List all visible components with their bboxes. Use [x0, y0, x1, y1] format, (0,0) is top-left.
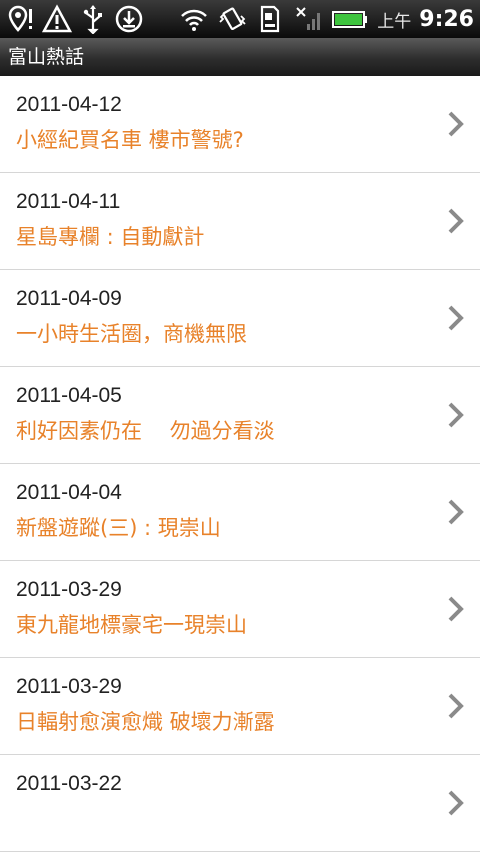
list-item[interactable]: 2011-03-29 日輻射愈演愈熾 破壞力漸露	[0, 658, 480, 755]
item-date: 2011-03-29	[16, 578, 122, 601]
item-date: 2011-04-09	[16, 287, 122, 310]
item-title: 東九龍地標豪宅一現崇山	[16, 613, 247, 637]
chevron-right-icon	[446, 595, 466, 623]
clock-time: 9:26	[419, 6, 474, 32]
status-bar: 上午 9:26	[0, 0, 480, 38]
list-item[interactable]: 2011-04-09 一小時生活圈，商機無限	[0, 270, 480, 367]
clock-ampm: 上午	[377, 11, 412, 32]
location-alert-icon	[6, 4, 36, 34]
item-date: 2011-04-04	[16, 481, 122, 504]
item-title: 利好因素仍在 勿過分看淡	[16, 419, 275, 443]
item-title: 星島專欄 : 自動獻計	[16, 225, 205, 249]
item-title: 小經紀買名車 樓市警號?	[16, 128, 244, 152]
warning-icon	[41, 4, 73, 34]
list-item[interactable]: 2011-04-05 利好因素仍在 勿過分看淡	[0, 367, 480, 464]
item-title: 日輻射愈演愈熾 破壞力漸露	[16, 710, 275, 734]
list-item[interactable]: 2011-04-04 新盤遊蹤(三) : 現崇山	[0, 464, 480, 561]
item-date: 2011-03-29	[16, 675, 122, 698]
list-item[interactable]: 2011-03-29 東九龍地標豪宅一現崇山	[0, 561, 480, 658]
item-date: 2011-04-12	[16, 93, 122, 116]
usb-icon	[78, 4, 108, 35]
download-icon	[114, 4, 144, 34]
chevron-right-icon	[446, 207, 466, 235]
sd-card-icon	[255, 4, 285, 34]
item-title: 一小時生活圈，商機無限	[16, 322, 247, 346]
news-list: 2011-04-12 小經紀買名車 樓市警號? 2011-04-11 星島專欄 …	[0, 76, 480, 852]
app-title: 富山熱話	[0, 38, 480, 76]
chevron-right-icon	[446, 304, 466, 332]
list-item[interactable]: 2011-04-11 星島專欄 : 自動獻計	[0, 173, 480, 270]
battery-icon	[331, 4, 369, 34]
chevron-right-icon	[446, 498, 466, 526]
chevron-right-icon	[446, 692, 466, 720]
item-date: 2011-03-22	[16, 772, 122, 795]
chevron-right-icon	[446, 789, 466, 817]
item-date: 2011-04-11	[16, 190, 121, 213]
item-date: 2011-04-05	[16, 384, 122, 407]
chevron-right-icon	[446, 110, 466, 138]
wifi-icon	[179, 4, 209, 34]
list-item[interactable]: 2011-04-12 小經紀買名車 樓市警號?	[0, 76, 480, 173]
no-signal-icon	[293, 4, 323, 34]
vibrate-icon	[217, 4, 247, 34]
list-item[interactable]: 2011-03-22	[0, 755, 480, 852]
item-title: 新盤遊蹤(三) : 現崇山	[16, 516, 221, 540]
chevron-right-icon	[446, 401, 466, 429]
